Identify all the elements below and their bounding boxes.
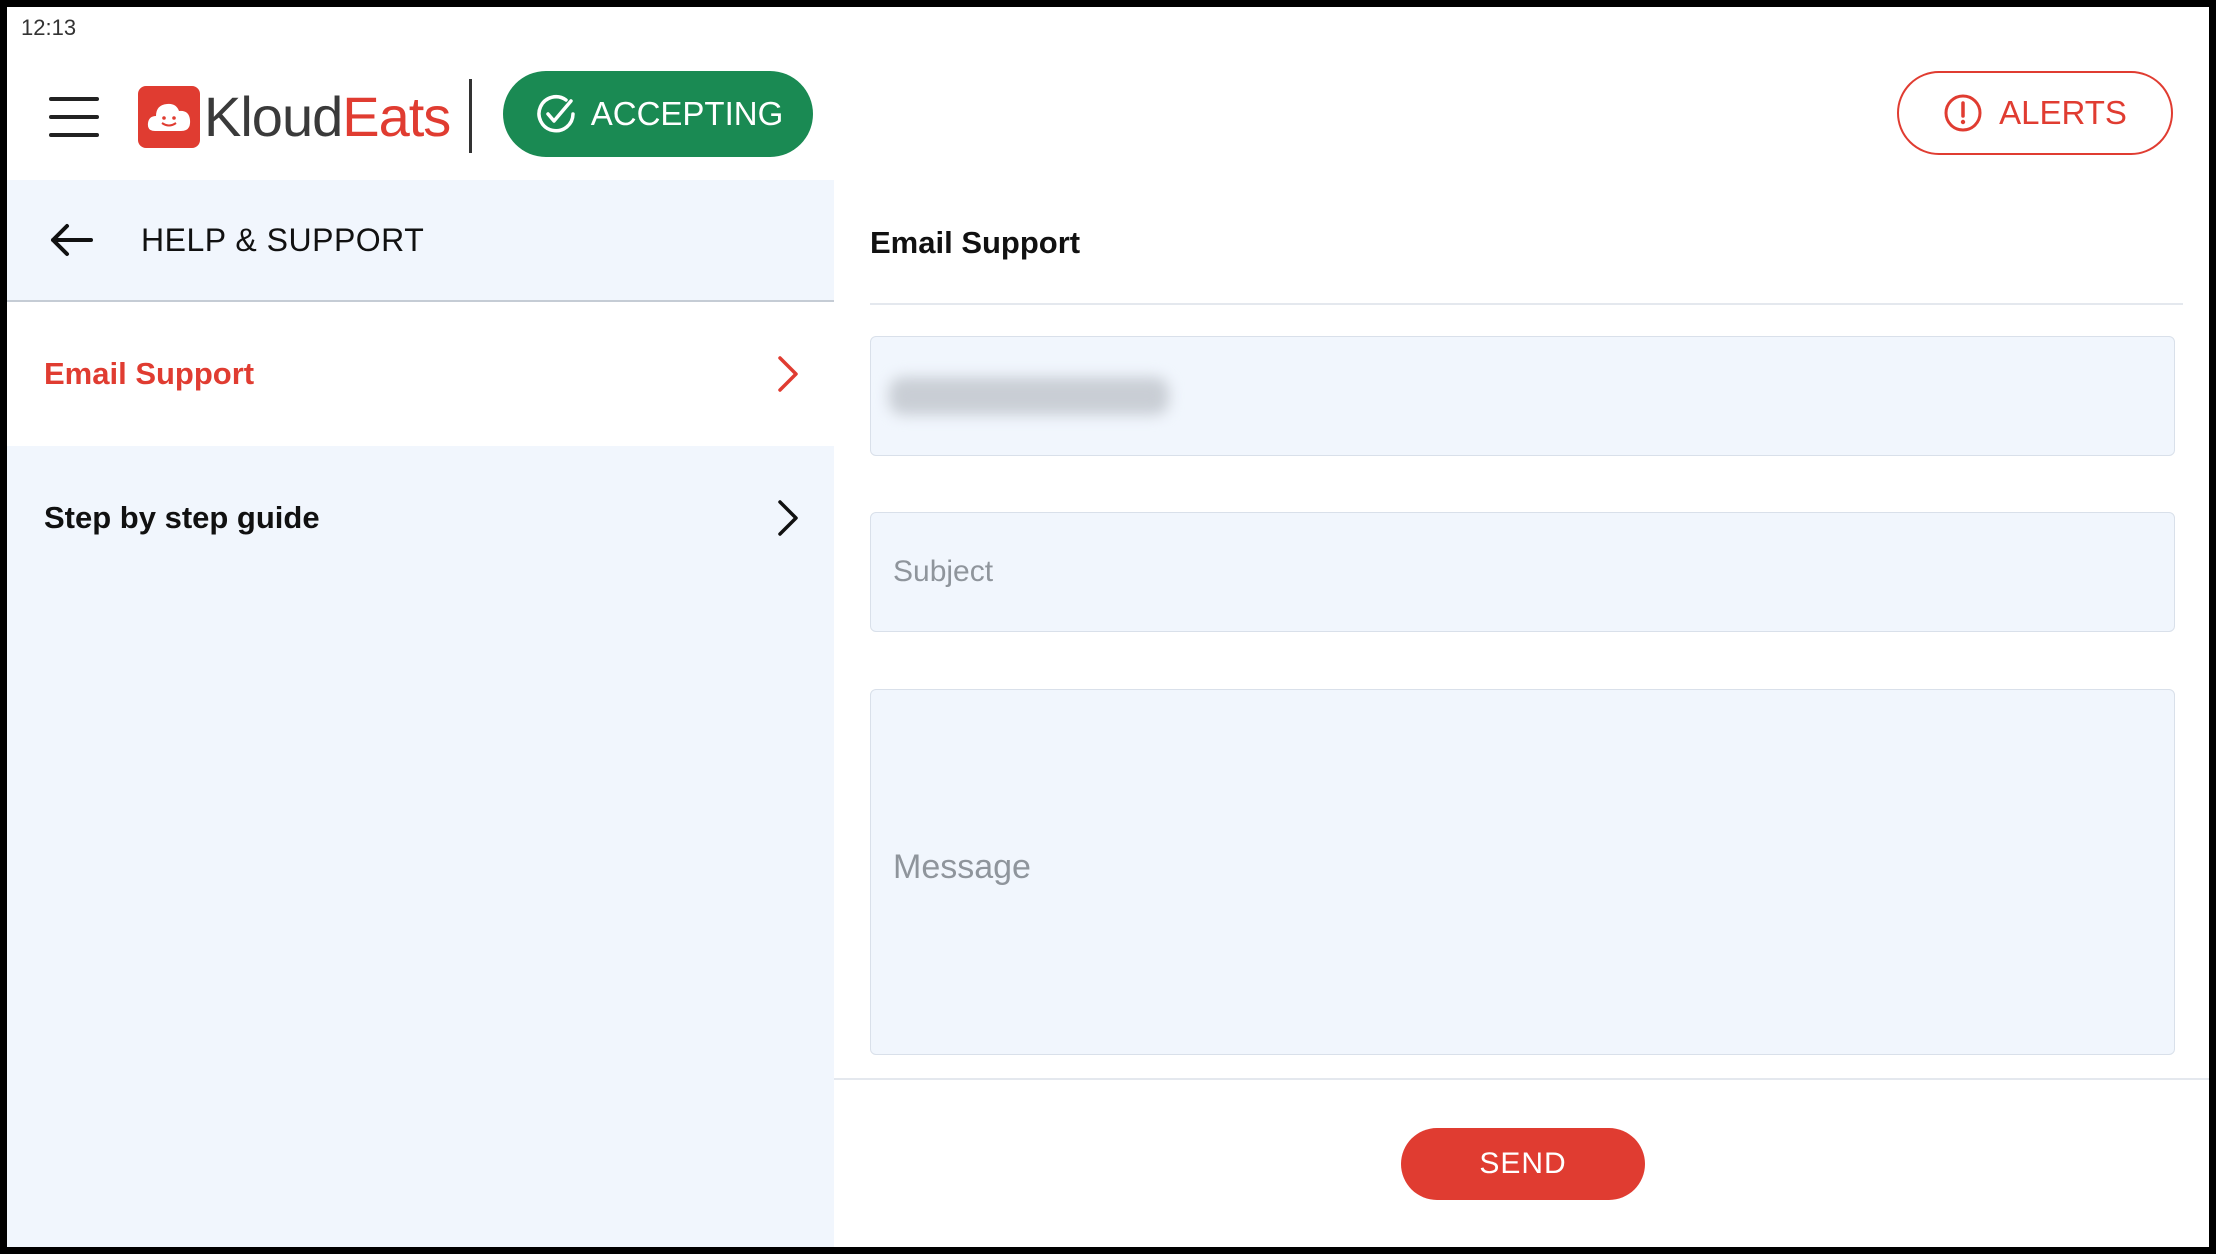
menu-line	[49, 97, 99, 101]
redacted-email-value	[889, 377, 1169, 415]
check-circle-icon	[536, 95, 575, 133]
logo-wordmark: KloudEats	[204, 89, 451, 145]
sidebar-item-step-by-step-guide[interactable]: Step by step guide	[7, 446, 834, 590]
logo-text-eats: Eats	[342, 85, 451, 148]
message-field[interactable]	[870, 689, 2175, 1055]
subject-input[interactable]	[871, 513, 2174, 631]
accepting-status-button[interactable]: ACCEPTING	[503, 71, 813, 157]
sidebar-header: HELP & SUPPORT	[7, 180, 834, 302]
send-button[interactable]: SEND	[1401, 1128, 1645, 1200]
app-screen: 12:13 KloudEats ACCEPTING ALERTS HELP & …	[7, 7, 2209, 1247]
sidebar-item-email-support[interactable]: Email Support	[7, 302, 834, 446]
page-title: Email Support	[870, 225, 1081, 260]
footer-divider	[834, 1078, 2209, 1080]
email-field[interactable]	[870, 336, 2175, 456]
title-divider	[870, 303, 2183, 305]
menu-line	[49, 133, 99, 137]
alerts-button[interactable]: ALERTS	[1897, 71, 2173, 155]
arrow-left-icon[interactable]	[47, 220, 103, 260]
sidebar-item-label: Email Support	[44, 356, 255, 391]
logo-text-kloud: Kloud	[204, 85, 343, 148]
chevron-right-icon	[778, 500, 798, 536]
menu-line	[49, 115, 99, 119]
cloud-smile-icon	[138, 86, 200, 148]
alerts-label: ALERTS	[1999, 94, 2127, 131]
accepting-label: ACCEPTING	[590, 95, 784, 132]
status-bar-time: 12:13	[21, 15, 77, 40]
message-textarea[interactable]	[871, 690, 2174, 1054]
sidebar-title: HELP & SUPPORT	[141, 221, 425, 258]
subject-field[interactable]	[870, 512, 2175, 632]
kloudeats-logo: KloudEats	[138, 82, 451, 152]
header-divider	[469, 79, 472, 153]
sidebar-item-label: Step by step guide	[44, 500, 320, 535]
chevron-right-icon	[778, 356, 798, 392]
exclamation-circle-icon	[1944, 94, 1982, 132]
sidebar: HELP & SUPPORT Email Support Step by ste…	[7, 180, 834, 1247]
hamburger-menu-icon[interactable]	[49, 97, 99, 137]
